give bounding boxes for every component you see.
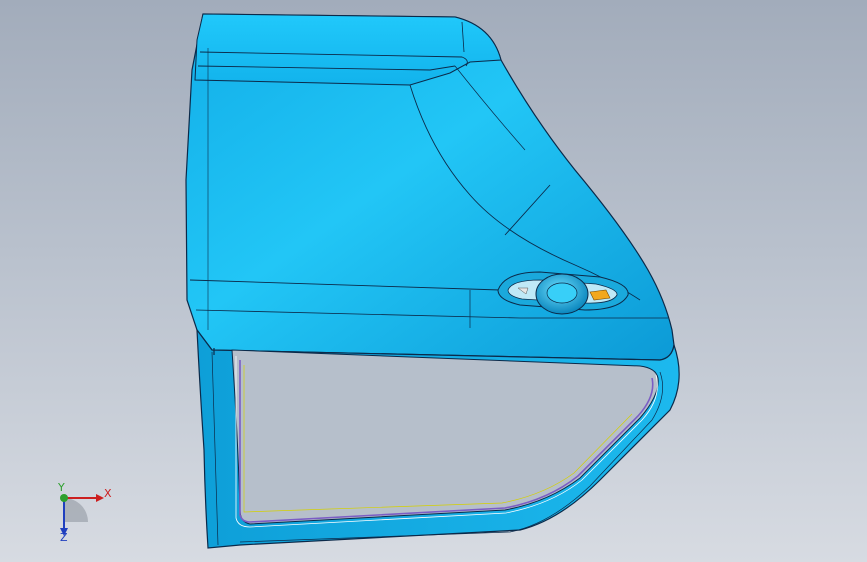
door-model[interactable] [0,0,867,562]
axis-x-label: X [104,487,112,500]
axis-z-label: Z [60,531,68,544]
graphics-viewport[interactable]: X Y Z [0,0,867,562]
axis-triad: X Y Z [40,482,120,546]
axis-y-label: Y [58,481,65,494]
window-opening [231,349,659,525]
